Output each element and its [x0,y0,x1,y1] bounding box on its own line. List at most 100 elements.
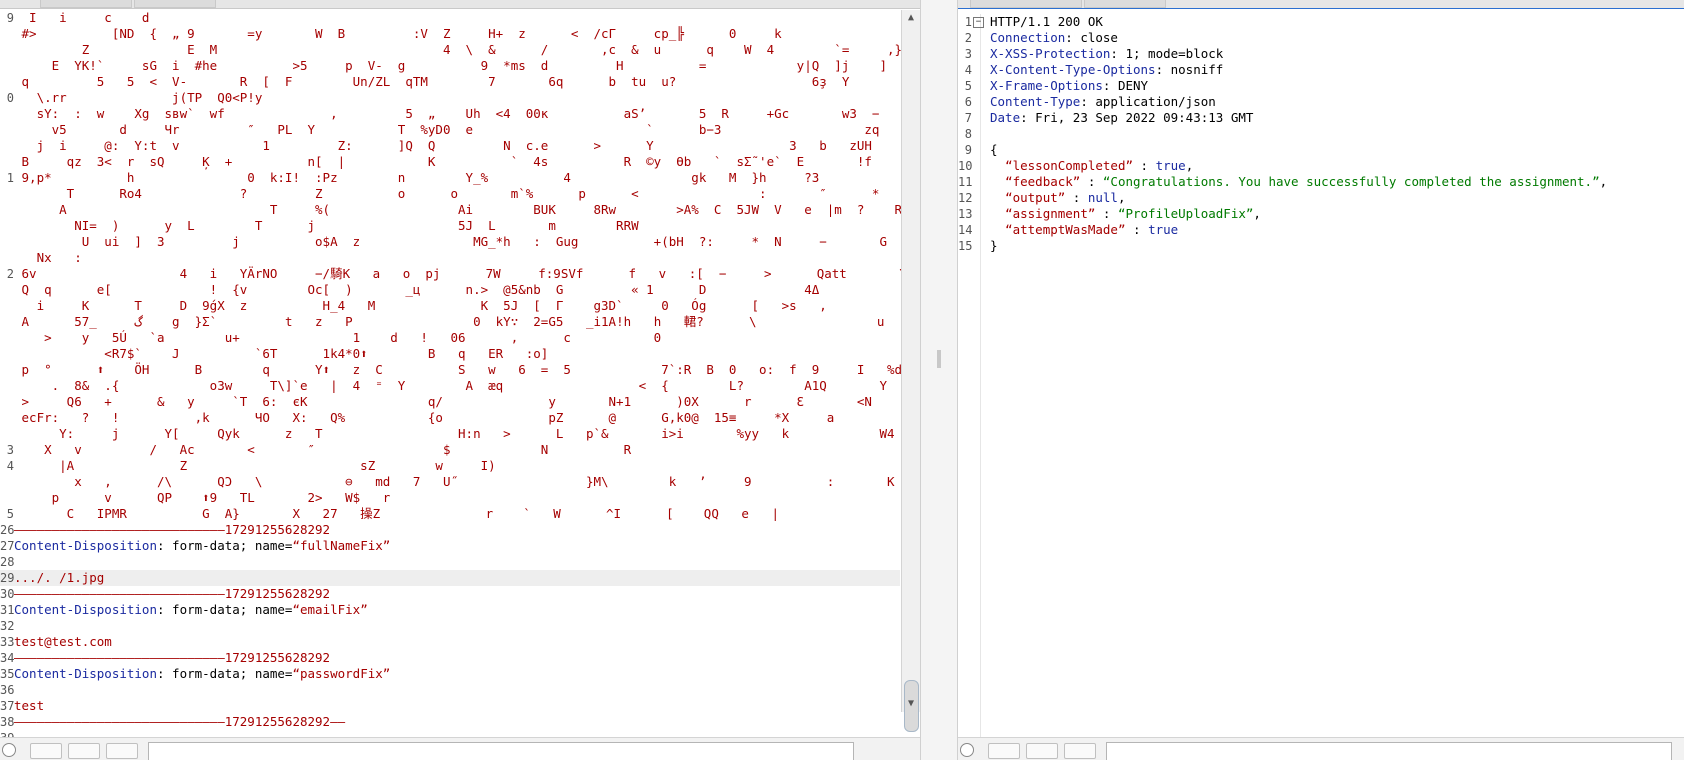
line-number: 36 [0,683,14,697]
json-key: “output” [1005,190,1066,205]
request-search-input[interactable] [148,742,854,760]
binary-content-text: p v QP ⬆9 TL 2> W$ r [14,490,391,505]
binary-content-text: #> [ND { „ 9 =y W B :V Z H+ z < /cГ cp_╠… [14,26,920,41]
fold-toggle-icon[interactable]: − [973,17,984,28]
line-number: 5 [6,507,14,521]
request-line: ecFr: ? ! ,k ЧO X: Q% {o pZ @ G,k0@ 15≡ … [0,410,900,426]
line-number: 3 [964,47,972,61]
binary-content-text: <R7$` J `6T 1k4*0⬆ B q ER :o] [14,346,549,361]
binary-content-text: > Q6 + & y `T 6: єK q/ y N+1 )0X r Ɛ <N … [21,394,872,409]
request-line: <R7$` J `6T 1k4*0⬆ B q ER :o] [0,346,900,362]
response-text [990,222,1005,237]
request-line: i K T D 9ǵX z H_4 M K 5J [ Г g3D` 0 Óg [… [0,298,900,314]
header-name: Content-Disposition [14,602,157,617]
multipart-boundary: ————————————————————————————172912556282… [14,650,331,665]
request-tab-bar [0,0,920,9]
form-value: test [14,698,45,713]
help-icon[interactable] [2,743,16,757]
line-number: 7 [964,111,972,125]
request-line: 0 \.rr j(TP Q0<P!y [0,90,900,106]
request-line: . 8& .{ o3w T\]`e | 4 ⁼ Y A æq < { L? A1… [0,378,900,394]
request-line: sY: : w Xg sвw` wf , 5 „ Uh <4 00ĸ aS’ 5… [0,106,900,122]
binary-content-text: X v / Ac < ″ $ N R [14,442,632,457]
response-text [990,206,1005,221]
line-number: 27 [0,539,14,553]
response-text: : [1095,206,1118,221]
line-number: 3 [6,443,14,457]
response-line: 7 Date: Fri, 23 Sep 2022 09:43:13 GMT [958,110,1254,126]
binary-content-text: q 5 5 < V- R [ F Un/ZL qTM 7 6q b tu u? … [14,74,850,89]
response-text: : [1080,174,1103,189]
search-prev-button[interactable] [68,743,100,759]
request-line: > Q6 + & y `T 6: єK q/ y N+1 )0X r Ɛ <N … [0,394,900,410]
line-number: 8 [964,127,972,141]
response-tab-1[interactable] [970,0,1082,8]
request-line: 9 I i c d [0,10,900,26]
json-string: “ProfileUploadFix” [1117,206,1254,221]
request-line: 36 [0,682,900,698]
response-line: 11 “feedback” : “Congratulations. You ha… [958,174,1607,190]
response-tab-2[interactable] [1084,0,1166,8]
request-text-area[interactable]: 9 I i c d #> [ND { „ 9 =y W B :V Z H+ z … [0,10,920,746]
request-tab-2[interactable] [134,0,216,8]
help-icon[interactable] [960,743,974,757]
line-number: 6 [964,95,972,109]
request-tab-1[interactable] [40,0,132,8]
search-next-button[interactable] [1064,743,1096,759]
request-line: 28 [0,554,900,570]
response-search-input[interactable] [1106,742,1672,760]
binary-content-text: Y: j Y[ Qyk z T H:n > L p`& i>i %yy k W4… [59,426,920,441]
request-line: 33 test@test.com [0,634,900,650]
multipart-boundary: ————————————————————————————172912556282… [14,714,346,729]
response-text: , [1599,174,1608,189]
request-line: 4 |A Z sZ w I) [0,458,900,474]
json-literal: true [1148,222,1179,237]
request-vertical-scrollbar[interactable]: ▲ ▼ [901,10,920,732]
binary-content-text: C IPMR G A} X 27 操Z r ` W ^I [ QQ e | [14,506,780,521]
scroll-up-arrow-icon[interactable]: ▲ [902,10,920,26]
response-text: , [1117,190,1126,205]
response-text: , [1253,206,1261,221]
response-text [990,158,1005,173]
response-text: : [1065,190,1088,205]
binary-content-text: Nx : [14,250,82,265]
request-line: 1 9,p* h 0 k:I! :Pz n Y_% 4 gk M }h ?3 i… [0,170,920,186]
binary-content-text: 9,p* h 0 k:I! :Pz n Y_% 4 gk M }h ?3 ib … [21,170,920,185]
request-line: 3 X v / Ac < ″ $ N R [0,442,900,458]
line-number: 33 [0,635,14,649]
line-number: 37 [0,699,14,713]
scroll-down-arrow-icon[interactable]: ▼ [902,696,920,712]
binary-content-text: . 8& .{ o3w T\]`e | 4 ⁼ Y A æq < { L? A1… [51,378,887,393]
response-line: 13 “assignment” : “ProfileUploadFix”, [958,206,1261,222]
binary-content-text: ecFr: ? ! ,k ЧO X: Q% {o pZ @ G,k0@ 15≡ … [14,410,835,425]
search-prev-button[interactable] [1026,743,1058,759]
response-tab-bar [958,0,1684,9]
request-line: E YK!` sG i #he >5 p V- g 9 *ms d H = y|… [0,58,910,74]
binary-content-text: NI= ) y L T j 5J L m RRW [14,218,639,233]
response-text: : close [1065,30,1118,45]
response-text-area[interactable]: 1− HTTP/1.1 200 OK 2 Connection: close 3 X-XS… [958,14,1607,254]
response-text: : Fri, 23 Sep 2022 09:43:13 GMT [1020,110,1254,125]
json-key: “feedback” [1005,174,1081,189]
request-line: x , /\ QƆ \ ⊖ md 7 U˝ }M\ k ’ 9 : K r Wj… [0,474,900,490]
search-settings-button[interactable] [988,743,1020,759]
response-line: 6 Content-Type: application/json [958,94,1216,110]
response-text: { [990,142,998,157]
pane-splitter[interactable] [920,0,958,760]
header-name: Date [990,110,1021,125]
line-number: 28 [0,555,14,569]
response-text [990,174,1005,189]
search-settings-button[interactable] [30,743,62,759]
search-next-button[interactable] [106,743,138,759]
line-number: 26 [0,523,14,537]
response-line: 5 X-Frame-Options: DENY [958,78,1148,94]
request-line: 29 .../. /1.jpg [0,570,900,586]
request-editor-pane[interactable]: 9 I i c d #> [ND { „ 9 =y W B :V Z H+ z … [0,0,920,760]
line-number: 32 [0,619,14,633]
response-viewer-pane[interactable]: 1− HTTP/1.1 200 OK 2 Connection: close 3 X-XS… [958,0,1684,760]
splitter-grip-icon[interactable] [937,350,941,368]
request-search-bar [0,737,920,760]
request-line: A 57_ گ g }Σ` t z P 0 kY∵ 2=G5 _i1A!h h … [0,314,915,330]
binary-content-text: A 57_ گ g }Σ` t z P 0 kY∵ 2=G5 _i1A!h h … [21,314,915,329]
header-value: : form-data; name= [157,666,293,681]
